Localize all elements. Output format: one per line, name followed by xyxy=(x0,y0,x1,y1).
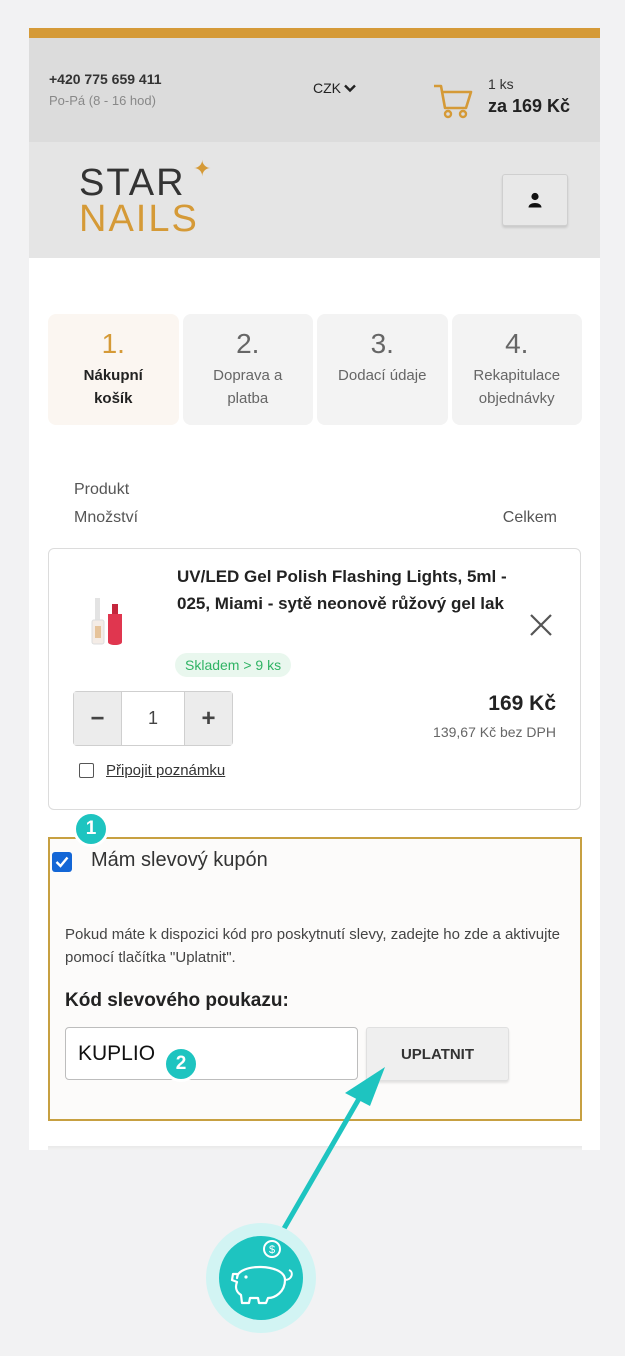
cart-total[interactable]: za 169 Kč xyxy=(488,96,570,117)
top-bar: +420 775 659 411 Po-Pá (8 - 16 hod) CZK … xyxy=(29,38,600,142)
opening-hours: Po-Pá (8 - 16 hod) xyxy=(49,93,156,108)
step-delivery-details[interactable]: 3. Dodací údaje xyxy=(317,314,448,425)
step-label: Nákupní košík xyxy=(83,367,143,407)
stock-badge: Skladem > 9 ks xyxy=(175,653,292,677)
checkout-steps: 1. Nákupní košík 2. Doprava a platba 3. Do… xyxy=(48,314,582,425)
step-shipping[interactable]: 2. Doprava a platba xyxy=(182,314,313,425)
currency-selector[interactable]: CZK xyxy=(313,80,356,96)
logo[interactable]: STAR NAILS ✦ xyxy=(79,156,219,240)
piggy-bank-icon: $ xyxy=(206,1223,316,1333)
column-header-quantity: Množství xyxy=(74,509,139,526)
cart-quantity[interactable]: 1 ks xyxy=(488,76,514,92)
checkmark-icon xyxy=(55,856,69,868)
column-header-total: Celkem xyxy=(502,509,557,526)
step-cart[interactable]: 1. Nákupní košík xyxy=(48,314,179,425)
product-image[interactable] xyxy=(84,594,134,652)
step-label: Doprava a platba xyxy=(213,367,283,407)
cart-item: UV/LED Gel Polish Flashing Lights, 5ml -… xyxy=(48,548,581,810)
phone-number[interactable]: +420 775 659 411 xyxy=(49,71,162,87)
note-row: Připojit poznámku xyxy=(79,762,225,779)
increase-button[interactable]: + xyxy=(185,692,232,745)
step-number: 1. xyxy=(101,328,125,359)
step-summary[interactable]: 4. Rekapitulace objednávky xyxy=(451,314,582,425)
step-number: 3. xyxy=(370,328,394,359)
coupon-checkbox[interactable] xyxy=(52,852,72,872)
user-icon xyxy=(528,192,542,208)
column-header-product: Produkt xyxy=(74,481,130,498)
product-name[interactable]: UV/LED Gel Polish Flashing Lights, 5ml -… xyxy=(177,563,507,617)
account-button[interactable] xyxy=(502,174,568,226)
add-note-link[interactable]: Připojit poznámku xyxy=(106,762,225,779)
item-price-net: 139,67 Kč bez DPH xyxy=(433,724,556,740)
close-icon[interactable] xyxy=(527,611,555,639)
coupon-code-label: Kód slevového poukazu: xyxy=(65,990,289,1011)
coupon-label[interactable]: Mám slevový kupón xyxy=(91,849,268,872)
accent-strip xyxy=(29,28,600,38)
decrease-button[interactable]: − xyxy=(74,692,121,745)
note-checkbox[interactable] xyxy=(79,763,94,778)
svg-text:$: $ xyxy=(269,1244,275,1256)
screen: +420 775 659 411 Po-Pá (8 - 16 hod) CZK … xyxy=(29,28,600,1150)
section-divider xyxy=(48,1146,582,1150)
sparkle-icon: ✦ xyxy=(193,156,212,181)
cart-icon[interactable] xyxy=(432,80,474,120)
step-number: 2. xyxy=(236,328,260,359)
currency-label: CZK xyxy=(313,80,341,96)
logo-text-nails: NAILS xyxy=(79,198,199,240)
coupon-description: Pokud máte k dispozici kód pro poskytnut… xyxy=(65,926,560,966)
item-price: 169 Kč xyxy=(488,692,556,715)
annotation-badge-2: 2 xyxy=(163,1046,199,1082)
apply-coupon-button[interactable]: UPLATNIT xyxy=(366,1027,509,1081)
step-number: 4. xyxy=(505,328,529,359)
step-label: Rekapitulace objednávky xyxy=(473,367,561,407)
quantity-input[interactable]: 1 xyxy=(121,692,185,745)
coupon-code-input[interactable]: KUPLIO xyxy=(65,1027,358,1080)
step-label: Dodací údaje xyxy=(338,367,427,384)
annotation-badge-1: 1 xyxy=(73,811,109,847)
chevron-down-icon xyxy=(344,84,356,92)
quantity-stepper: − 1 + xyxy=(73,691,233,746)
coupon-panel: Mám slevový kupón Pokud máte k dispozici… xyxy=(48,837,582,1121)
header: STAR NAILS ✦ xyxy=(29,142,600,258)
